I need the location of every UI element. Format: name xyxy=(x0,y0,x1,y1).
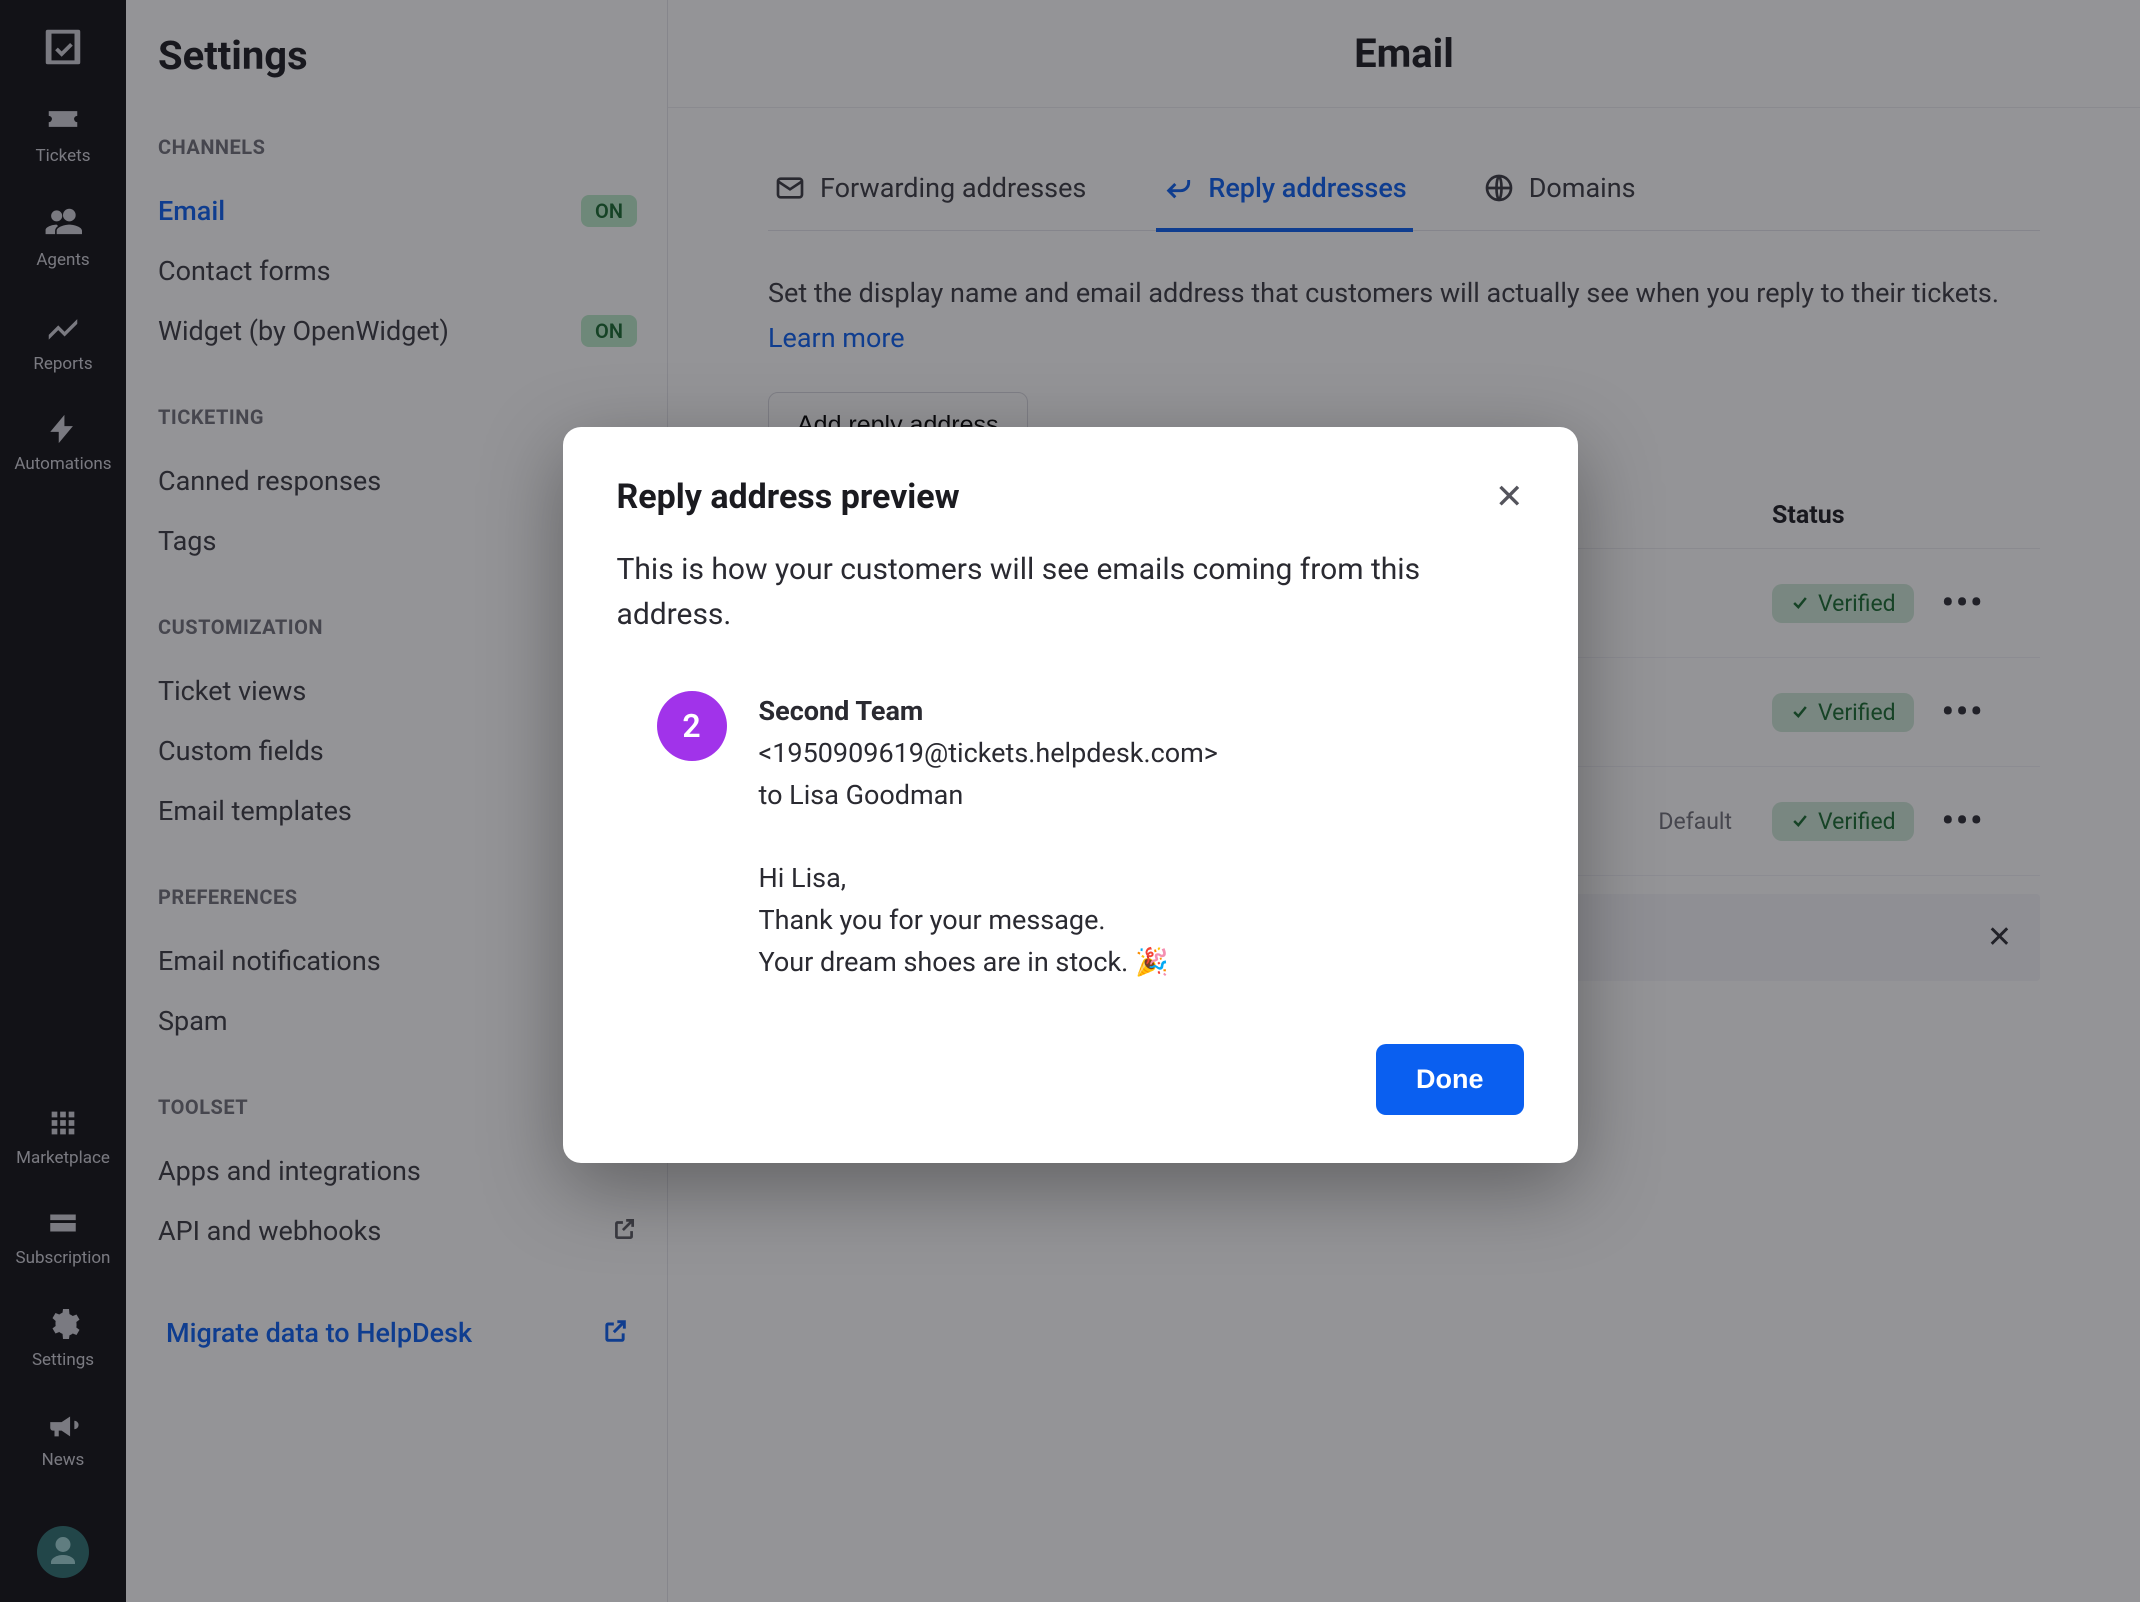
done-button[interactable]: Done xyxy=(1376,1044,1524,1115)
body-line: Your dream shoes are in stock. 🎉 xyxy=(759,942,1218,984)
modal-description: This is how your customers will see emai… xyxy=(617,547,1524,637)
close-icon[interactable]: ✕ xyxy=(1495,480,1524,514)
from-name: Second Team xyxy=(759,691,1218,733)
from-email: <1950909619@tickets.helpdesk.com> xyxy=(759,733,1218,775)
email-preview: 2 Second Team <1950909619@tickets.helpde… xyxy=(657,691,1524,984)
body-line: Hi Lisa, xyxy=(759,858,1218,900)
modal-title: Reply address preview xyxy=(617,477,960,517)
modal-overlay[interactable]: Reply address preview ✕ This is how your… xyxy=(0,0,2140,1602)
body-line: Thank you for your message. xyxy=(759,900,1218,942)
reply-preview-modal: Reply address preview ✕ This is how your… xyxy=(563,427,1578,1163)
sender-avatar: 2 xyxy=(657,691,727,761)
to-line: to Lisa Goodman xyxy=(759,775,1218,817)
